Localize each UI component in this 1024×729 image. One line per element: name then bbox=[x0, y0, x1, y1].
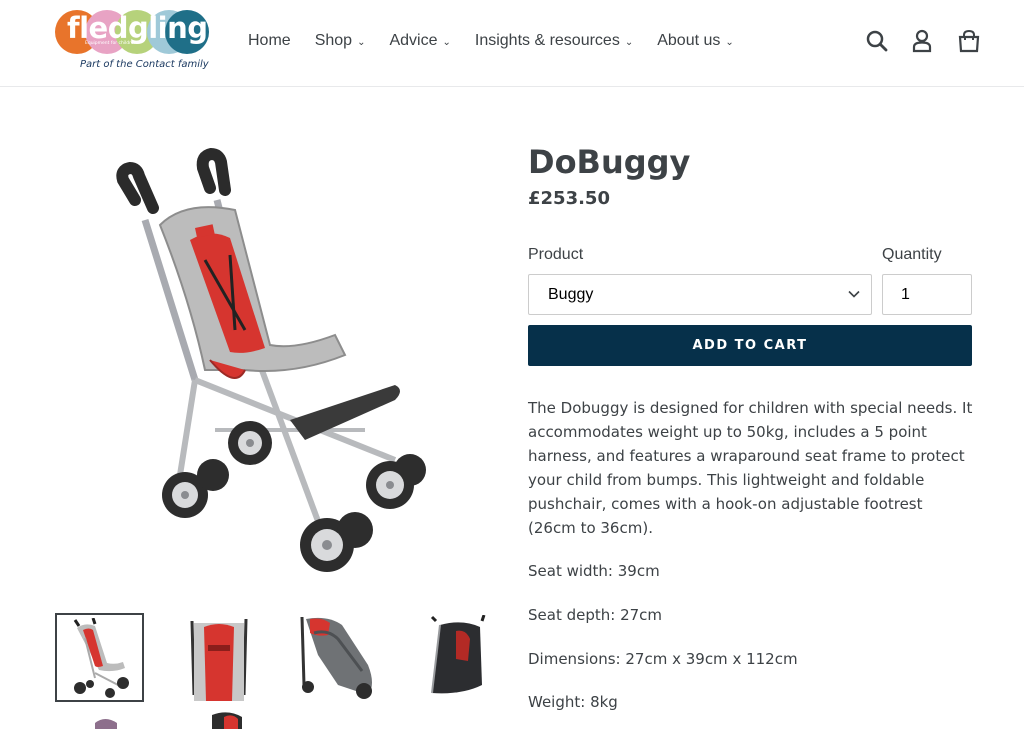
spec-dimensions: Dimensions: 27cm x 39cm x 112cm bbox=[528, 650, 798, 668]
quantity-label: Quantity bbox=[882, 246, 942, 263]
nav-label: Advice bbox=[389, 32, 438, 49]
chevron-down-icon: ⌄ bbox=[357, 36, 366, 48]
variant-select-value: Buggy bbox=[548, 285, 594, 303]
thumbnail-image bbox=[430, 614, 485, 693]
add-to-cart-button[interactable]: ADD TO CART bbox=[528, 325, 972, 366]
account-icon[interactable] bbox=[909, 28, 935, 54]
nav-item-about[interactable]: About us ⌄ bbox=[645, 32, 746, 50]
variant-label: Product bbox=[528, 246, 584, 263]
product-description: The Dobuggy is designed for children wit… bbox=[528, 399, 973, 537]
spec-seat-depth: Seat depth: 27cm bbox=[528, 606, 663, 624]
nav-item-insights[interactable]: Insights & resources ⌄ bbox=[463, 32, 645, 50]
main-nav: Home Shop ⌄ Advice ⌄ Insights & resources ⌄… bbox=[236, 28, 746, 54]
logo-subtext: Equipment for children bbox=[85, 41, 137, 46]
spec-seat-width: Seat width: 39cm bbox=[528, 562, 660, 580]
nav-item-shop[interactable]: Shop ⌄ bbox=[303, 32, 378, 50]
variant-select[interactable]: Buggy bbox=[528, 274, 872, 315]
quantity-input[interactable]: 1 bbox=[882, 274, 972, 315]
site-logo[interactable]: fledglings Equipment for children Part o… bbox=[55, 9, 225, 73]
thumbnail-image bbox=[73, 617, 129, 698]
nav-label: Shop bbox=[314, 32, 353, 49]
logo-tagline: Part of the Contact family bbox=[80, 59, 209, 70]
thumbnail-seat-closeup[interactable] bbox=[174, 613, 263, 702]
search-icon[interactable] bbox=[864, 28, 890, 54]
logo-mark: fledglings Equipment for children bbox=[55, 9, 225, 55]
chevron-down-icon: ⌄ bbox=[725, 36, 734, 48]
product-main-image[interactable] bbox=[95, 130, 455, 590]
nav-label: Home bbox=[248, 32, 291, 49]
thumbnail-extra-1[interactable] bbox=[55, 709, 144, 729]
chevron-down-icon: ⌄ bbox=[624, 36, 634, 48]
cart-icon[interactable] bbox=[956, 28, 982, 54]
nav-label: Insights & resources bbox=[474, 32, 620, 49]
spec-weight: Weight: 8kg bbox=[528, 693, 618, 711]
thumbnail-footmuff[interactable] bbox=[293, 613, 382, 702]
chevron-down-icon: ⌄ bbox=[442, 36, 451, 48]
buggy-illustration bbox=[116, 147, 426, 572]
nav-item-advice[interactable]: Advice ⌄ bbox=[377, 32, 462, 50]
product-title: DoBuggy bbox=[528, 143, 691, 181]
thumbnail-raincover[interactable] bbox=[412, 613, 501, 702]
thumbnail-image bbox=[300, 616, 372, 699]
quantity-value: 1 bbox=[901, 285, 910, 303]
logo-wordmark: fledglings bbox=[67, 11, 225, 45]
nav-item-home[interactable]: Home bbox=[236, 32, 303, 50]
thumbnail-buggy-full[interactable] bbox=[55, 613, 144, 702]
product-price: £253.50 bbox=[528, 188, 610, 209]
thumbnail-extra-2[interactable] bbox=[174, 709, 263, 729]
chevron-down-icon bbox=[847, 287, 861, 306]
site-header: fledglings Equipment for children Part o… bbox=[0, 0, 1024, 87]
thumbnail-image bbox=[94, 719, 117, 729]
thumbnail-image bbox=[190, 618, 247, 701]
nav-label: About us bbox=[657, 32, 721, 49]
thumbnail-image bbox=[211, 712, 242, 729]
